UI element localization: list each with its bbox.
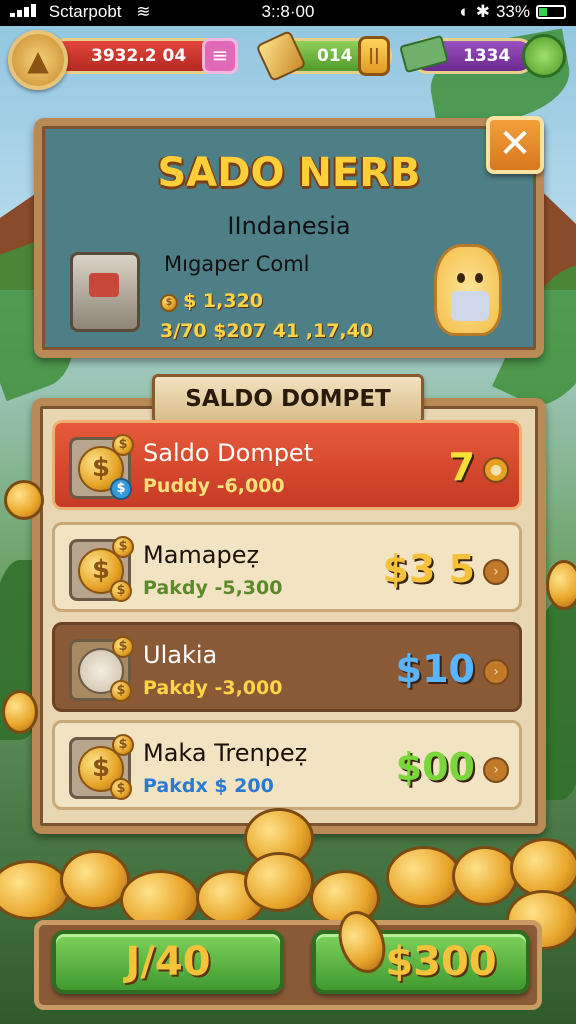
alarm-icon: ◐ <box>459 2 470 21</box>
coins-add-button[interactable]: || <box>358 36 390 76</box>
safe-icon <box>70 252 140 332</box>
chevron-right-icon[interactable]: › <box>483 659 509 685</box>
mascot-icon <box>434 244 502 336</box>
coin-icon <box>386 846 462 908</box>
row-title: Ulakia <box>143 641 218 669</box>
menu-icon: ≡ <box>211 43 229 67</box>
coin-icon <box>510 838 576 898</box>
chevron-right-icon[interactable]: › <box>483 757 509 783</box>
wallet-row-ulakia[interactable]: $ $ Ulakia Pakdy -3,000 $10 › <box>52 622 522 712</box>
status-bar: Sctarpobt ≋ 3::8·00 ◐ ✱ 33% <box>0 0 576 26</box>
row-value: $00 <box>395 745 475 789</box>
cash-value: 1334 <box>463 46 511 66</box>
coin-icon <box>244 852 314 912</box>
wallet-banner: SALDO DOMPET <box>152 374 424 424</box>
row-subtitle: Pakdx $ 200 <box>143 775 274 797</box>
row-title: Maka Trenpeẓ <box>143 739 308 767</box>
row-subtitle: Puddy -6,000 <box>143 475 285 497</box>
promo-panel: SADO NERB IIndanesia Mıgaper Coml $ $ 1,… <box>34 118 544 358</box>
balance-value: 3932.2 04 <box>91 46 187 66</box>
panel-subtitle: IIndanesia <box>227 212 351 240</box>
row-value: $10 <box>395 647 475 691</box>
row-subtitle: Pakdy -5,300 <box>143 577 283 599</box>
coin-stack-icon: $ $ $ <box>69 536 134 602</box>
coins-value: 014 <box>317 46 353 66</box>
wallet-row-maka-trenpez[interactable]: $ $ $ Maka Trenpeẓ Pakdx $ 200 $00 › <box>52 720 522 810</box>
coin-icon: $ <box>160 293 178 312</box>
coin-stack-icon: || <box>368 45 380 64</box>
promo-line-2: 3/70 $207 41 ,17,40 <box>160 320 374 342</box>
row-title: Mamapeẓ <box>143 541 260 569</box>
coin-icon <box>546 560 576 610</box>
promo-name: Mıgaper Coml <box>164 252 310 276</box>
treasure-icon: ▲ <box>27 43 49 77</box>
battery-percent: 33% <box>495 2 530 21</box>
battery-group: ◐ ✱ 33% <box>459 2 566 22</box>
close-button[interactable]: ✕ <box>486 116 544 174</box>
row-arrow-icon[interactable]: ● <box>483 457 509 483</box>
menu-button[interactable]: ≡ <box>202 38 238 74</box>
coin-icon <box>452 846 518 906</box>
player-avatar[interactable]: ▲ <box>8 30 68 90</box>
cash-add-button[interactable] <box>522 34 566 78</box>
close-icon: ✕ <box>498 121 532 167</box>
panel-title: SADO NERB <box>157 150 421 196</box>
coin-stack-icon: $ $ $ <box>69 734 134 800</box>
row-title: Saldo Dompet <box>143 439 314 467</box>
coin-icon <box>0 860 70 920</box>
coin-stack-icon: $ $ $ <box>69 434 134 500</box>
row-value: 7 <box>448 445 475 489</box>
battery-icon <box>536 5 566 19</box>
coin-icon <box>4 480 44 520</box>
promo-line-1: $ $ 1,320 <box>160 290 263 312</box>
promo-line-1-text: $ 1,320 <box>183 290 264 312</box>
wallet-row-saldo-dompet[interactable]: $ $ $ Saldo Dompet Puddy -6,000 7 ● <box>52 420 522 510</box>
row-subtitle: Pakdy -3,000 <box>143 677 283 699</box>
left-action-button[interactable]: J/40 <box>52 930 284 994</box>
row-value: $3 5 <box>382 547 475 591</box>
bluetooth-icon: ✱ <box>475 2 490 21</box>
wallet-row-mamapez[interactable]: $ $ $ Mamapeẓ Pakdy -5,300 $3 5 › <box>52 522 522 612</box>
coin-icon <box>2 690 38 734</box>
chevron-right-icon[interactable]: › <box>483 559 509 585</box>
coin-jar-icon: $ $ <box>69 636 134 702</box>
